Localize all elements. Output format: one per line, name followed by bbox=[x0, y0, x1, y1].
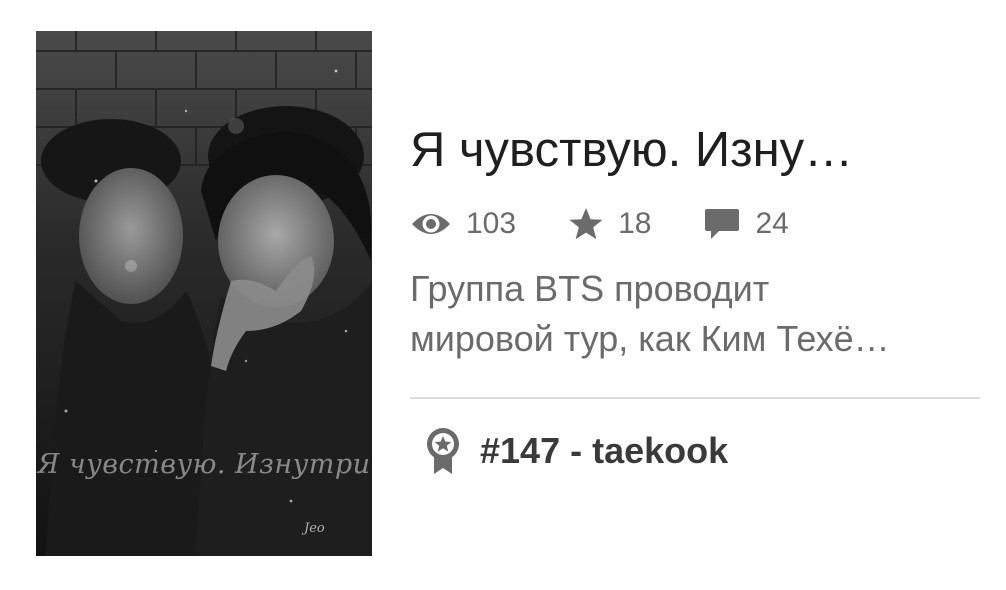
story-stats: 103 18 24 bbox=[410, 202, 841, 246]
star-icon bbox=[568, 207, 604, 241]
story-description[interactable]: Группа BTS проводит мировой тур, как Ким… bbox=[410, 264, 980, 364]
cover-title-text: Я чувствую. Изнутри bbox=[37, 449, 371, 480]
story-cover-image[interactable]: Я чувствую. Изнутри Jeo bbox=[36, 31, 372, 556]
description-line: мировой тур, как Ким Техё… bbox=[410, 318, 890, 359]
cover-signature: Jeo bbox=[304, 521, 325, 536]
speech-bubble-icon bbox=[703, 207, 741, 241]
votes-count: 18 bbox=[618, 207, 652, 240]
votes-stat: 18 bbox=[568, 207, 651, 241]
comments-stat: 24 bbox=[703, 207, 789, 241]
ranking-label: #147 - taekook bbox=[480, 430, 729, 471]
comments-count: 24 bbox=[755, 207, 789, 240]
story-title[interactable]: Я чувствую. Изну… bbox=[410, 118, 970, 182]
reads-count: 103 bbox=[466, 207, 517, 240]
ranking-tag[interactable]: #147 - taekook bbox=[424, 426, 728, 476]
reads-stat: 103 bbox=[410, 207, 516, 241]
award-badge-icon bbox=[424, 426, 462, 476]
story-info-panel: Я чувствую. Изну… 103 18 24 Группа BTS п… bbox=[410, 0, 980, 590]
divider bbox=[410, 397, 980, 399]
description-line: Группа BTS проводит bbox=[410, 268, 770, 309]
eye-icon bbox=[410, 210, 452, 238]
